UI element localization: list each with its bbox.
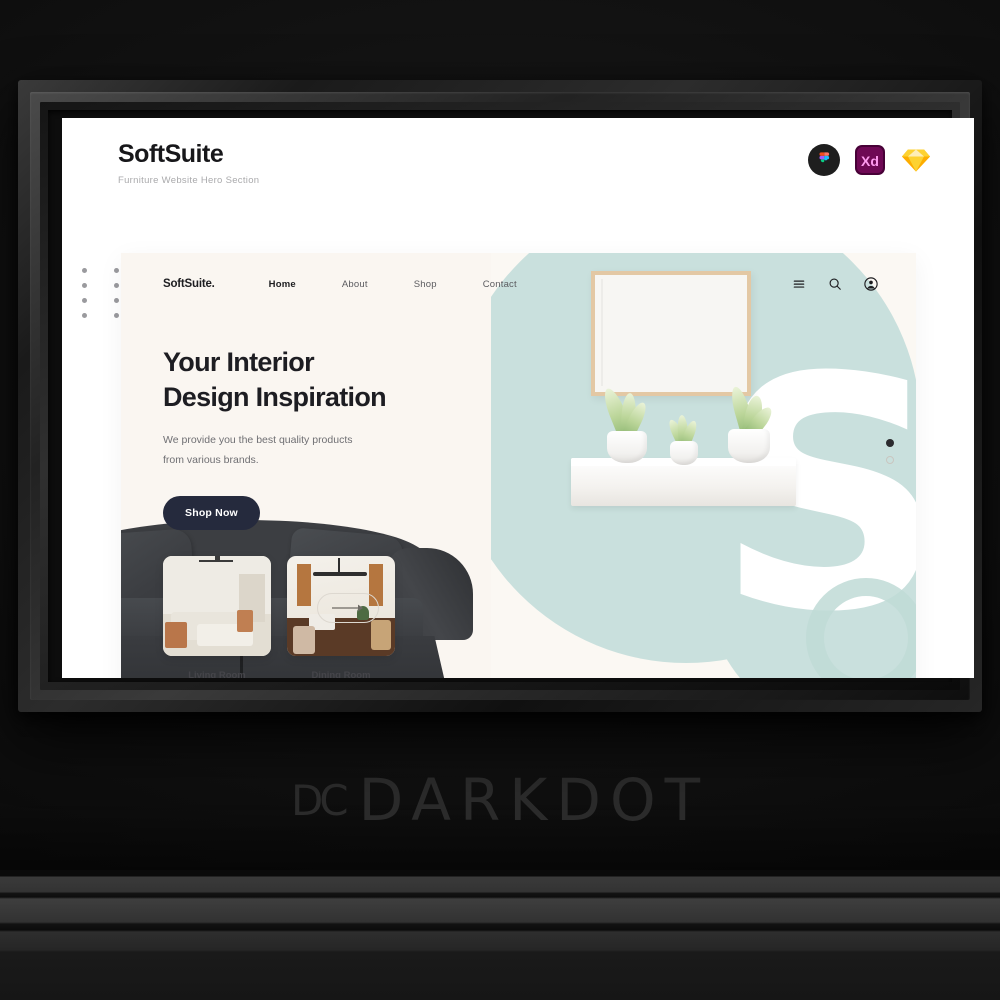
carousel-next-button[interactable]	[317, 593, 379, 623]
artboard: SoftSuite Furniture Website Hero Section	[62, 118, 974, 678]
category-card-living-room[interactable]: Living Room	[163, 556, 271, 678]
plant-right	[719, 381, 779, 463]
picture-frame: SoftSuite Furniture Website Hero Section	[18, 80, 982, 712]
shop-now-button[interactable]: Shop Now	[163, 496, 260, 531]
brand-block: SoftSuite Furniture Website Hero Section	[118, 140, 259, 186]
adobe-xd-icon[interactable]: Xd	[854, 144, 886, 176]
site-logo[interactable]: SoftSuite.	[163, 278, 215, 290]
nav-link-shop[interactable]: Shop	[414, 279, 437, 290]
website-navbar: SoftSuite. Home About Shop Contact	[121, 253, 916, 315]
svg-text:Xd: Xd	[861, 153, 879, 169]
menu-icon[interactable]	[792, 277, 806, 291]
nav-link-contact[interactable]: Contact	[483, 279, 517, 290]
plant-center	[661, 413, 707, 465]
category-label-dining-room: Dining Room	[311, 670, 371, 678]
design-tool-icons: Xd	[808, 144, 932, 176]
figma-icon[interactable]	[808, 144, 840, 176]
baseboard-moulding	[0, 870, 1000, 1000]
search-icon[interactable]	[828, 277, 842, 291]
hero-headline: Your Interior Design Inspiration	[163, 347, 387, 413]
console-table	[571, 458, 796, 506]
living-room-thumbnail-image	[163, 556, 271, 656]
category-label-living-room: Living Room	[188, 670, 246, 678]
nav-link-home[interactable]: Home	[269, 279, 296, 290]
nav-link-about[interactable]: About	[342, 279, 368, 290]
plant-left	[599, 383, 655, 463]
nav-links: Home About Shop Contact	[269, 279, 517, 290]
hero-copy-block: Your Interior Design Inspiration We prov…	[163, 345, 493, 531]
sketch-icon[interactable]	[900, 144, 932, 176]
arrow-right-icon	[332, 604, 363, 612]
page-title: SoftSuite	[118, 140, 224, 168]
presentation-header: SoftSuite Furniture Website Hero Section	[62, 118, 974, 206]
carousel-pagination	[886, 439, 894, 464]
carousel-dot-2[interactable]	[886, 456, 894, 464]
page-subtitle: Furniture Website Hero Section	[118, 174, 260, 186]
nav-icons	[792, 277, 878, 291]
hero-description: We provide you the best quality products…	[163, 434, 353, 466]
hero-card: S SoftSuite. Home About Shop Contact You…	[121, 253, 916, 678]
account-icon[interactable]	[864, 277, 878, 291]
hero-scene: S	[491, 253, 916, 678]
carousel-dot-1[interactable]	[886, 439, 894, 447]
floor-shadow	[0, 800, 1000, 880]
